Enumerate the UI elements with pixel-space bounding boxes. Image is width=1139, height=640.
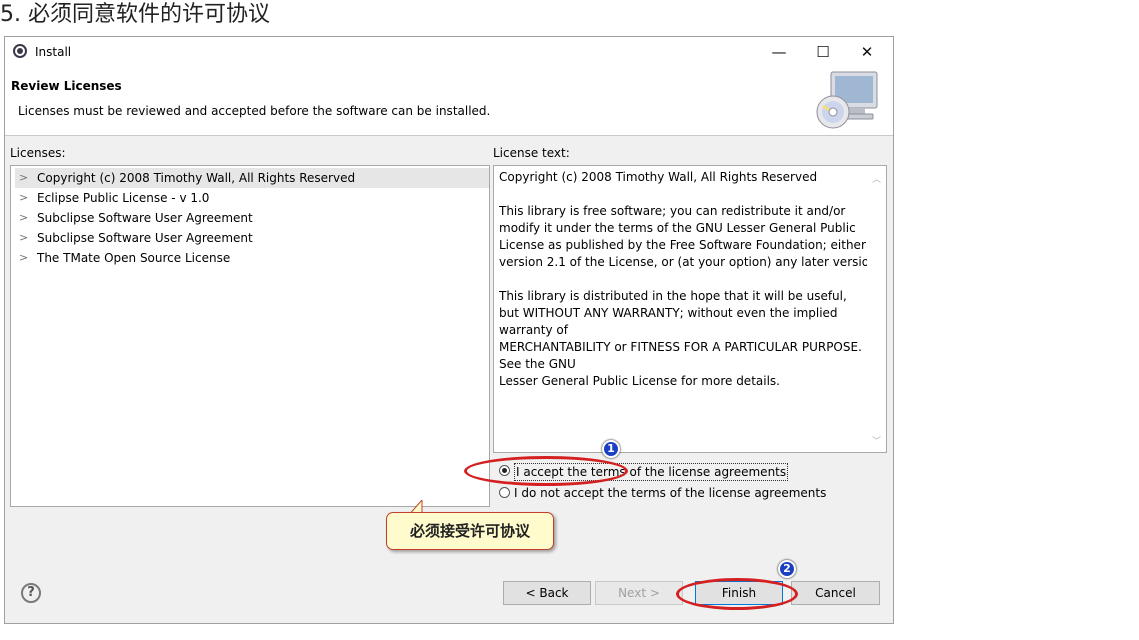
license-text-content: Copyright (c) 2008 Timothy Wall, All Rig… bbox=[499, 170, 867, 388]
tree-item[interactable]: > Subclipse Software User Agreement bbox=[15, 208, 489, 228]
step-badge-2: 2 bbox=[778, 560, 796, 578]
tree-item-label: Eclipse Public License - v 1.0 bbox=[37, 191, 210, 205]
chevron-right-icon: > bbox=[19, 171, 29, 184]
scroll-down-icon[interactable]: ﹀ bbox=[872, 434, 881, 447]
back-button[interactable]: < Back bbox=[503, 581, 591, 605]
tree-item[interactable]: > Subclipse Software User Agreement bbox=[15, 228, 489, 248]
title-bar: Install — ☐ ✕ bbox=[5, 37, 893, 67]
next-button[interactable]: Next > bbox=[595, 581, 683, 605]
window-title: Install bbox=[35, 45, 72, 59]
accept-highlight-ellipse bbox=[464, 456, 628, 486]
annotation-callout: 必须接受许可协议 bbox=[386, 512, 554, 550]
finish-highlight-ellipse bbox=[676, 578, 798, 610]
licenses-tree[interactable]: > Copyright (c) 2008 Timothy Wall, All R… bbox=[10, 165, 490, 507]
tree-item-label: Subclipse Software User Agreement bbox=[37, 231, 253, 245]
page-heading: 5. 必须同意软件的许可协议 bbox=[0, 2, 270, 27]
scroll-up-icon[interactable]: ︿ bbox=[872, 172, 881, 185]
chevron-right-icon: > bbox=[19, 251, 29, 264]
maximize-button[interactable]: ☐ bbox=[801, 37, 845, 67]
decline-radio-label[interactable]: I do not accept the terms of the license… bbox=[514, 485, 826, 501]
tree-item-label: Copyright (c) 2008 Timothy Wall, All Rig… bbox=[37, 171, 356, 185]
chevron-right-icon: > bbox=[19, 231, 29, 244]
install-cd-icon bbox=[816, 71, 878, 129]
cancel-button[interactable]: Cancel bbox=[791, 581, 880, 605]
license-text-label: License text: bbox=[493, 146, 570, 160]
step-badge-1: 1 bbox=[602, 440, 620, 458]
close-button[interactable]: ✕ bbox=[845, 37, 889, 67]
chevron-right-icon: > bbox=[19, 211, 29, 224]
wizard-header: Review Licenses Licenses must be reviewe… bbox=[5, 67, 893, 136]
page-description: Licenses must be reviewed and accepted b… bbox=[18, 104, 491, 118]
chevron-right-icon: > bbox=[19, 191, 29, 204]
tree-item-label: Subclipse Software User Agreement bbox=[37, 211, 253, 225]
license-text-area[interactable]: Copyright (c) 2008 Timothy Wall, All Rig… bbox=[493, 165, 887, 453]
help-icon[interactable]: ? bbox=[21, 583, 41, 603]
licenses-label: Licenses: bbox=[10, 146, 66, 160]
minimize-button[interactable]: — bbox=[757, 37, 801, 67]
tree-item[interactable]: > The TMate Open Source License bbox=[15, 248, 489, 268]
decline-radio[interactable] bbox=[499, 487, 510, 498]
tree-item-label: The TMate Open Source License bbox=[37, 251, 231, 265]
page-title: Review Licenses bbox=[11, 79, 122, 93]
tree-item[interactable]: > Copyright (c) 2008 Timothy Wall, All R… bbox=[15, 168, 489, 188]
tree-item[interactable]: > Eclipse Public License - v 1.0 bbox=[15, 188, 489, 208]
eclipse-icon bbox=[13, 44, 27, 58]
